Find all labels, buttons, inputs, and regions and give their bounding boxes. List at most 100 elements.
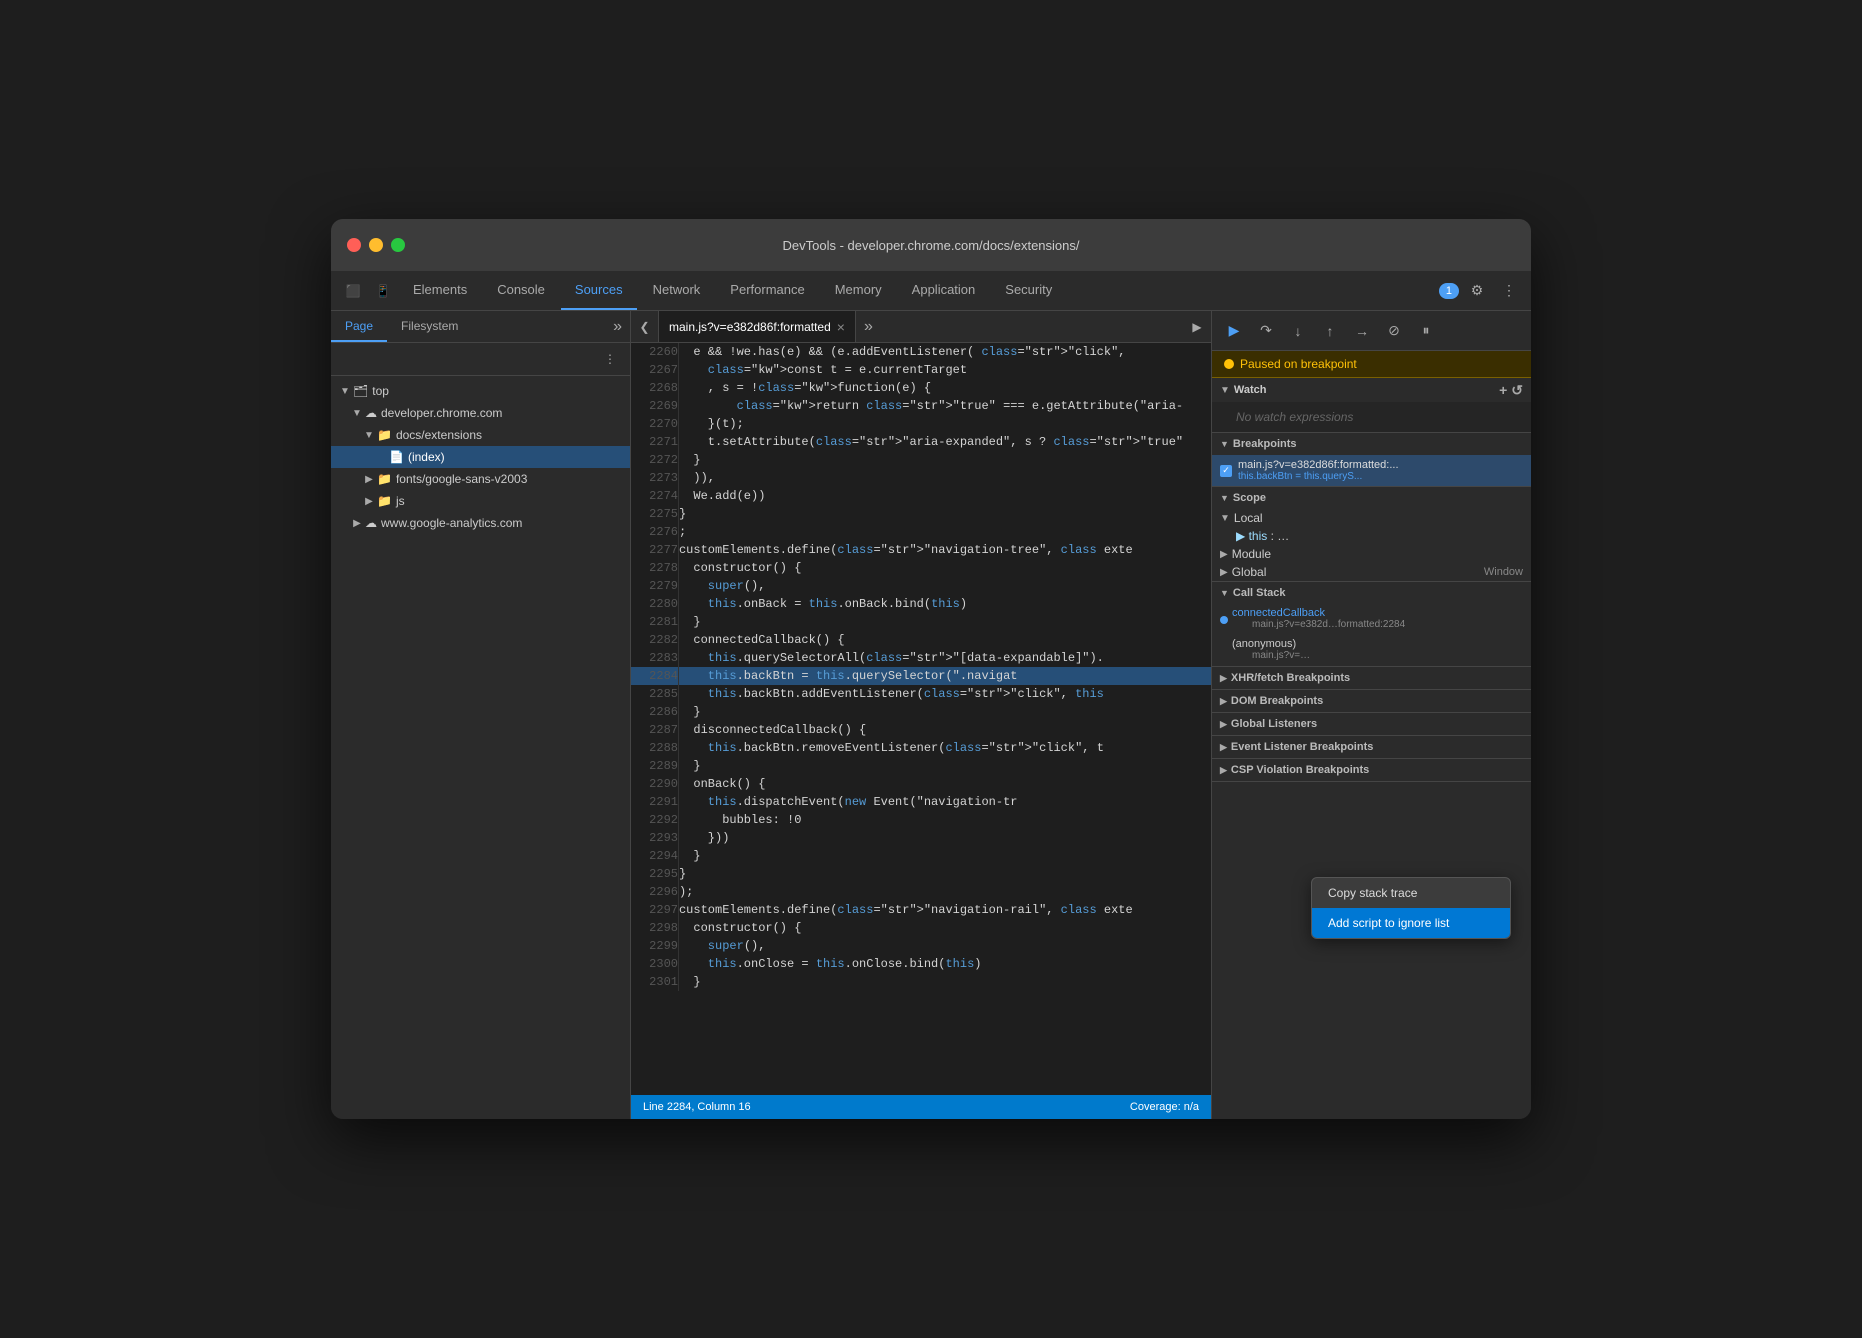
device-icon[interactable]: 📱	[369, 277, 397, 305]
callstack-header[interactable]: ▼ Call Stack	[1212, 582, 1531, 604]
tab-performance[interactable]: Performance	[716, 271, 818, 310]
close-button[interactable]	[347, 238, 361, 252]
settings-icon[interactable]: ⚙	[1463, 277, 1491, 305]
close-tab-icon[interactable]: ×	[837, 319, 845, 335]
step-into-btn[interactable]: ↓	[1284, 317, 1312, 345]
line-number: 2291	[631, 793, 678, 811]
csp-label: CSP Violation Breakpoints	[1231, 764, 1369, 776]
scope-local[interactable]: ▼ Local	[1212, 509, 1531, 527]
tab-security[interactable]: Security	[991, 271, 1066, 310]
line-content: disconnectedCallback() {	[678, 721, 1211, 739]
step-out-btn[interactable]: ↑	[1316, 317, 1344, 345]
line-number: 2274	[631, 487, 678, 505]
tree-item-index[interactable]: 📄 (index)	[331, 446, 630, 468]
line-number: 2268	[631, 379, 678, 397]
breakpoint-status: Paused on breakpoint	[1212, 351, 1531, 378]
event-listener-label: Event Listener Breakpoints	[1231, 741, 1373, 753]
xhr-section: ▶ XHR/fetch Breakpoints	[1212, 667, 1531, 690]
add-watch-icon[interactable]: +	[1499, 382, 1507, 399]
line-number: 2282	[631, 631, 678, 649]
line-content: constructor() {	[678, 919, 1211, 937]
line-content: this.onClose = this.onClose.bind(this)	[678, 955, 1211, 973]
event-listener-header[interactable]: ▶ Event Listener Breakpoints	[1212, 736, 1531, 758]
callstack-item-1[interactable]: connectedCallback main.js?v=e382d…format…	[1212, 604, 1531, 635]
line-number: 2297	[631, 901, 678, 919]
file-tree: ▼ 🗂 top ▼ ☁ developer.chrome.com ▼ 📁 doc…	[331, 376, 630, 1119]
scope-header[interactable]: ▼ Scope	[1212, 487, 1531, 509]
refresh-watch-icon[interactable]: ↺	[1511, 382, 1523, 399]
callstack-fn-1: connectedCallback	[1232, 607, 1405, 619]
callstack-loc-2: main.js?v=…	[1232, 650, 1310, 663]
minimize-button[interactable]	[369, 238, 383, 252]
sidebar-tab-page[interactable]: Page	[331, 311, 387, 342]
line-content: }	[678, 451, 1211, 469]
line-number: 2270	[631, 415, 678, 433]
arrow-icon: ▶	[363, 496, 375, 507]
tree-item-top[interactable]: ▼ 🗂 top	[331, 380, 630, 402]
gl-arrow: ▶	[1220, 719, 1227, 730]
cursor-icon[interactable]: ⬛	[339, 277, 367, 305]
right-panel-scroll[interactable]: Paused on breakpoint ▼ Watch + ↺ No watc…	[1212, 351, 1531, 1119]
watch-header[interactable]: ▼ Watch + ↺	[1212, 378, 1531, 402]
sidebar-more-icon[interactable]: ⋮	[598, 347, 622, 371]
more-options-icon[interactable]: ⋮	[1495, 277, 1523, 305]
tab-sources[interactable]: Sources	[561, 271, 637, 310]
add-to-ignore-list-item[interactable]: Add script to ignore list	[1312, 908, 1510, 938]
step-btn[interactable]: →	[1348, 317, 1376, 345]
dom-header[interactable]: ▶ DOM Breakpoints	[1212, 690, 1531, 712]
tree-item-docs[interactable]: ▼ 📁 docs/extensions	[331, 424, 630, 446]
editor-tab-main[interactable]: main.js?v=e382d86f:formatted ×	[659, 311, 856, 342]
xhr-header[interactable]: ▶ XHR/fetch Breakpoints	[1212, 667, 1531, 689]
pause-exceptions-btn[interactable]: ⏸	[1412, 317, 1440, 345]
scope-global[interactable]: ▶ Global Window	[1212, 563, 1531, 581]
tab-console[interactable]: Console	[483, 271, 559, 310]
breakpoints-content: ✓ main.js?v=e382d86f:formatted:... this.…	[1212, 455, 1531, 486]
copy-stack-trace-item[interactable]: Copy stack trace	[1312, 878, 1510, 908]
editor-area: ❮ main.js?v=e382d86f:formatted × » ▶ 226…	[631, 311, 1211, 1119]
line-content: super(),	[678, 937, 1211, 955]
run-icon[interactable]: ▶	[1183, 313, 1211, 341]
scope-module[interactable]: ▶ Module	[1212, 545, 1531, 563]
line-number: 2286	[631, 703, 678, 721]
global-listeners-header[interactable]: ▶ Global Listeners	[1212, 713, 1531, 735]
tab-application[interactable]: Application	[898, 271, 990, 310]
line-number: 2287	[631, 721, 678, 739]
tree-item-analytics[interactable]: ▶ ☁ www.google-analytics.com	[331, 512, 630, 534]
line-number: 2300	[631, 955, 678, 973]
breakpoints-header[interactable]: ▼ Breakpoints	[1212, 433, 1531, 455]
editor-tabs-more[interactable]: »	[856, 311, 881, 342]
scope-this[interactable]: ▶ this : …	[1212, 527, 1531, 545]
code-editor[interactable]: 2260 e && !we.has(e) && (e.addEventListe…	[631, 343, 1211, 1095]
dom-section: ▶ DOM Breakpoints	[1212, 690, 1531, 713]
bp-arrow: ▼	[1220, 439, 1229, 449]
tree-item-chrome[interactable]: ▼ ☁ developer.chrome.com	[331, 402, 630, 424]
tab-network[interactable]: Network	[639, 271, 715, 310]
bp-checkbox[interactable]: ✓	[1220, 465, 1232, 477]
resume-btn[interactable]: ▶	[1220, 317, 1248, 345]
line-content: this.dispatchEvent(new Event("navigation…	[678, 793, 1211, 811]
line-number: 2272	[631, 451, 678, 469]
tree-item-js[interactable]: ▶ 📁 js	[331, 490, 630, 512]
sidebar-tab-filesystem[interactable]: Filesystem	[387, 311, 472, 342]
csp-header[interactable]: ▶ CSP Violation Breakpoints	[1212, 759, 1531, 781]
callstack-item-2[interactable]: (anonymous) main.js?v=…	[1212, 635, 1531, 666]
breakpoint-item[interactable]: ✓ main.js?v=e382d86f:formatted:... this.…	[1212, 455, 1531, 486]
csp-arrow: ▶	[1220, 765, 1227, 776]
notification-badge[interactable]: 1	[1439, 283, 1459, 299]
line-content: }))	[678, 829, 1211, 847]
debugger-toolbar: ▶ ↷ ↓ ↑ → ⊘ ⏸	[1212, 311, 1531, 351]
xhr-arrow: ▶	[1220, 673, 1227, 684]
sidebar-actions: ⋮	[331, 343, 630, 376]
editor-toggle-icon[interactable]: ❮	[631, 311, 659, 342]
watch-arrow: ▼	[1220, 385, 1230, 396]
step-over-btn[interactable]: ↷	[1252, 317, 1280, 345]
tab-elements[interactable]: Elements	[399, 271, 481, 310]
editor-tabs: ❮ main.js?v=e382d86f:formatted × » ▶	[631, 311, 1211, 343]
scope-this-value: : …	[1271, 529, 1290, 543]
arrow-icon: ▶	[351, 518, 363, 529]
sidebar-tabs-more[interactable]: »	[605, 311, 630, 342]
maximize-button[interactable]	[391, 238, 405, 252]
tab-memory[interactable]: Memory	[821, 271, 896, 310]
tree-item-fonts[interactable]: ▶ 📁 fonts/google-sans-v2003	[331, 468, 630, 490]
deactivate-breakpoints-btn[interactable]: ⊘	[1380, 317, 1408, 345]
